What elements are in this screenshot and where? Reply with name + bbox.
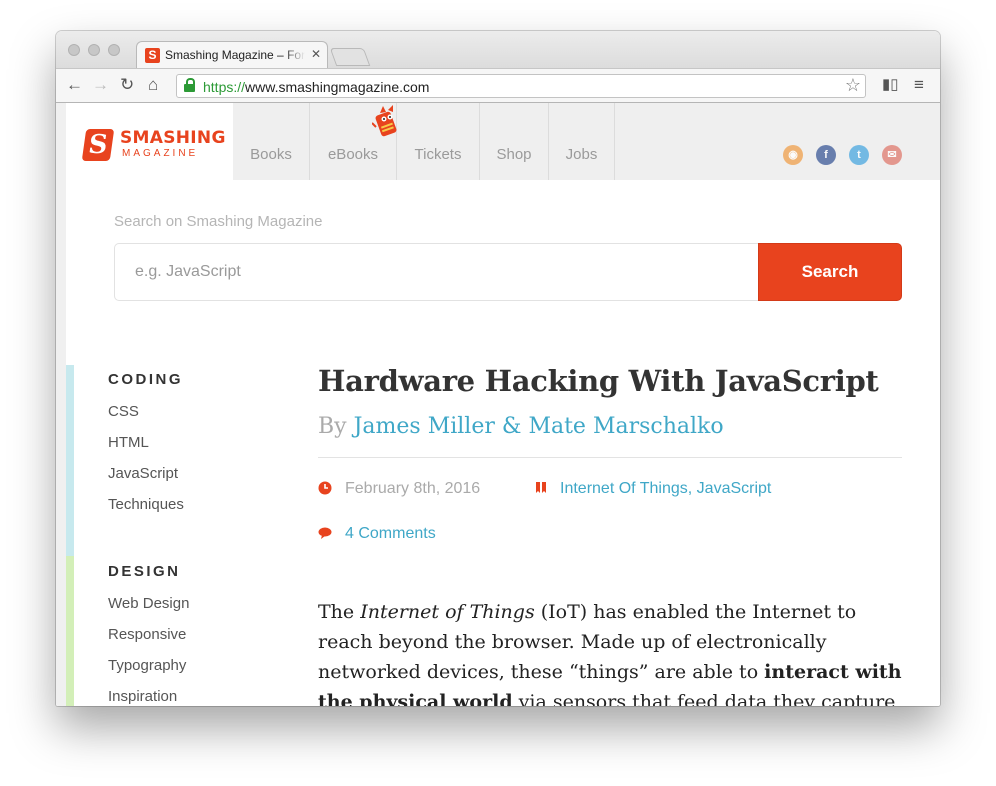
lock-icon — [184, 78, 195, 92]
home-icon[interactable]: ⌂ — [148, 76, 158, 94]
design-color-bar — [66, 556, 74, 706]
site-header: S SMASHING MAGAZINE Books eBooks Tickets… — [66, 103, 940, 180]
article-body: The Internet of Things (IoT) has enabled… — [318, 597, 908, 706]
facebook-icon[interactable]: f — [816, 145, 836, 165]
search-input[interactable] — [114, 243, 759, 301]
article-tags[interactable]: Internet Of Things, JavaScript — [560, 480, 771, 498]
rss-icon[interactable]: ◉ — [783, 145, 803, 165]
sidebar-link-responsive[interactable]: Responsive — [108, 626, 186, 643]
byline-prefix: By — [318, 414, 347, 439]
new-tab-button[interactable] — [329, 48, 371, 66]
nav-books[interactable]: Books — [233, 103, 310, 180]
extension-icon[interactable]: ▮▯ — [882, 76, 899, 94]
author-link[interactable]: James Miller & Mate Marschalko — [354, 414, 724, 439]
comments-link[interactable]: 4 Comments — [345, 525, 436, 543]
sidebar-link-techniques[interactable]: Techniques — [108, 496, 184, 513]
reload-icon[interactable]: ↻ — [120, 76, 134, 94]
sidebar-link-javascript[interactable]: JavaScript — [108, 465, 178, 482]
sidebar-link-typography[interactable]: Typography — [108, 657, 186, 674]
bookmark-tag-icon — [536, 482, 546, 493]
close-window-button[interactable] — [68, 44, 80, 56]
coding-color-bar — [66, 365, 74, 556]
sidebar-link-html[interactable]: HTML — [108, 434, 149, 451]
web-page: S SMASHING MAGAZINE Books eBooks Tickets… — [56, 103, 940, 706]
menu-icon[interactable]: ≡ — [914, 76, 924, 94]
bookmark-star-icon[interactable]: ☆ — [845, 75, 861, 96]
nav-tickets[interactable]: Tickets — [397, 103, 480, 180]
minimize-window-button[interactable] — [88, 44, 100, 56]
search-button[interactable]: Search — [758, 243, 902, 301]
article-title: Hardware Hacking With JavaScript — [318, 364, 879, 398]
article-byline: By James Miller & Mate Marschalko — [318, 414, 724, 439]
forward-arrow-icon[interactable]: → — [92, 76, 109, 94]
logo-title: SMASHING — [120, 128, 226, 148]
email-icon[interactable]: ✉ — [882, 145, 902, 165]
browser-toolbar: ← → ↻ ⌂ https://www.smashingmagazine.com… — [56, 68, 940, 103]
nav-shop[interactable]: Shop — [480, 103, 549, 180]
comment-bubble-icon — [318, 527, 332, 539]
tab-title: Smashing Magazine – For Professional Web… — [165, 48, 305, 62]
tab-close-icon[interactable]: ✕ — [311, 47, 321, 61]
search-label: Search on Smashing Magazine — [114, 213, 323, 230]
article-date: February 8th, 2016 — [345, 480, 481, 497]
meta-divider — [318, 457, 902, 458]
category-design-title: DESIGN — [108, 563, 181, 580]
sidebar-link-css[interactable]: CSS — [108, 403, 139, 420]
nav-jobs[interactable]: Jobs — [549, 103, 615, 180]
sidebar-link-inspiration[interactable]: Inspiration — [108, 688, 177, 705]
address-bar[interactable]: https://www.smashingmagazine.com ☆ — [176, 74, 866, 98]
url-text: https://www.smashingmagazine.com — [203, 79, 430, 95]
back-arrow-icon[interactable]: ← — [66, 76, 83, 94]
emphasis-text: Internet of Things — [360, 601, 535, 623]
browser-tab[interactable]: S Smashing Magazine – For Professional W… — [136, 41, 328, 69]
logo-subtitle: MAGAZINE — [122, 148, 199, 159]
zoom-window-button[interactable] — [108, 44, 120, 56]
title-bar: S Smashing Magazine – For Professional W… — [56, 31, 940, 69]
clock-icon — [318, 481, 332, 495]
sidebar-link-web-design[interactable]: Web Design — [108, 595, 189, 612]
twitter-icon[interactable]: t — [849, 145, 869, 165]
page-left-margin — [56, 103, 66, 706]
mascot-cat-icon — [372, 105, 397, 137]
smashing-s-icon: S — [81, 129, 115, 161]
browser-window: S Smashing Magazine – For Professional W… — [56, 31, 940, 706]
category-coding-title: CODING — [108, 371, 183, 388]
favicon-icon: S — [145, 48, 160, 63]
site-logo[interactable]: S SMASHING MAGAZINE — [66, 103, 233, 180]
